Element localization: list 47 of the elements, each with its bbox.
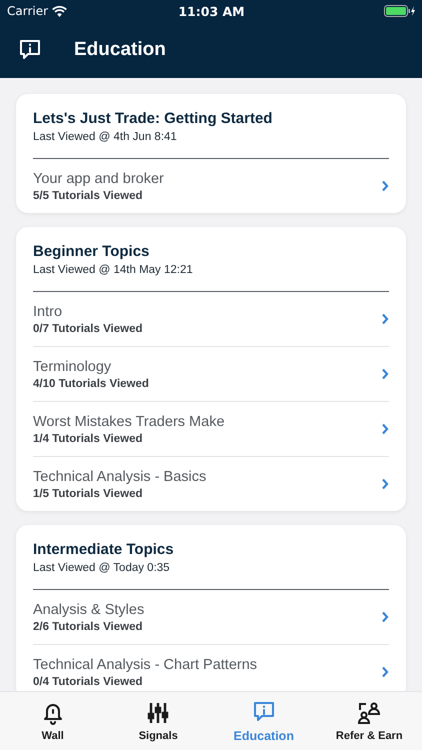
chevron-right-icon (381, 423, 389, 435)
info-bubble-icon (252, 700, 276, 724)
topic-title: Technical Analysis - Basics (33, 468, 208, 484)
tab-bar-item[interactable]: Refer & Earn (316, 692, 422, 750)
tutorials-viewed-text: 1/5 Tutorials Viewed (33, 488, 144, 500)
chevron-right-icon (381, 666, 389, 678)
topic-row[interactable]: Technical Analysis - Chart Patterns 0/4 Tutorials Viewed (33, 645, 389, 691)
wifi-icon (52, 6, 68, 16)
info-bubble-icon (18, 38, 42, 62)
chevron-right-icon (381, 611, 389, 623)
page-title: Education (74, 39, 166, 61)
tutorials-viewed-text: 2/6 Tutorials Viewed (33, 620, 144, 632)
section-title: Intermediate Topics (33, 541, 175, 558)
chevron-right-icon (381, 368, 389, 380)
topic-title: Worst Mistakes Traders Make (33, 414, 226, 430)
sliders-icon (147, 700, 170, 724)
last-viewed-text: Last Viewed @ 4th Jun 8:41 (33, 131, 389, 159)
tutorials-viewed-text: 1/4 Tutorials Viewed (33, 432, 144, 444)
topic-row[interactable]: Worst Mistakes Traders Make 1/4 Tutorials Viewed (33, 402, 389, 457)
topic-row[interactable]: Intro 0/7 Tutorials Viewed (33, 292, 389, 347)
people-icon (357, 700, 382, 724)
last-viewed-text: Last Viewed @ 14th May 12:21 (33, 264, 389, 292)
topic-title: Intro (33, 304, 64, 320)
status-time: 11:03 AM (178, 4, 245, 18)
topic-title: Terminology (33, 358, 112, 374)
topic-title: Your app and broker (33, 170, 165, 186)
topic-title: Analysis & Styles (33, 602, 146, 618)
tab-bar-item[interactable]: Wall (0, 692, 106, 750)
carrier-label: Carrier (7, 4, 48, 18)
tab-bar-item[interactable]: Education (211, 692, 316, 750)
tutorials-viewed-text: 5/5 Tutorials Viewed (33, 190, 144, 202)
topic-row[interactable]: Analysis & Styles 2/6 Tutorials Viewed (33, 590, 389, 645)
battery-charging-icon (384, 5, 416, 17)
tutorials-viewed-text: 4/10 Tutorials Viewed (33, 378, 150, 390)
topic-row[interactable]: Your app and broker 5/5 Tutorials Viewed (33, 159, 389, 213)
tab-bar-item[interactable]: Signals (106, 692, 211, 750)
section-title: Beginner Topics (33, 243, 150, 260)
topic-title: Technical Analysis - Chart Patterns (33, 656, 258, 672)
section-title: Lets's Just Trade: Getting Started (33, 110, 274, 127)
chevron-right-icon (381, 313, 389, 325)
last-viewed-text: Last Viewed @ Today 0:35 (33, 562, 389, 590)
topic-row[interactable]: Terminology 4/10 Tutorials Viewed (33, 347, 389, 402)
chevron-right-icon (381, 478, 389, 490)
topic-row[interactable]: Technical Analysis - Basics 1/5 Tutorials Viewed (33, 457, 389, 511)
chevron-right-icon (381, 180, 389, 192)
tutorials-viewed-text: 0/4 Tutorials Viewed (33, 676, 144, 688)
tutorials-viewed-text: 0/7 Tutorials Viewed (33, 322, 144, 334)
